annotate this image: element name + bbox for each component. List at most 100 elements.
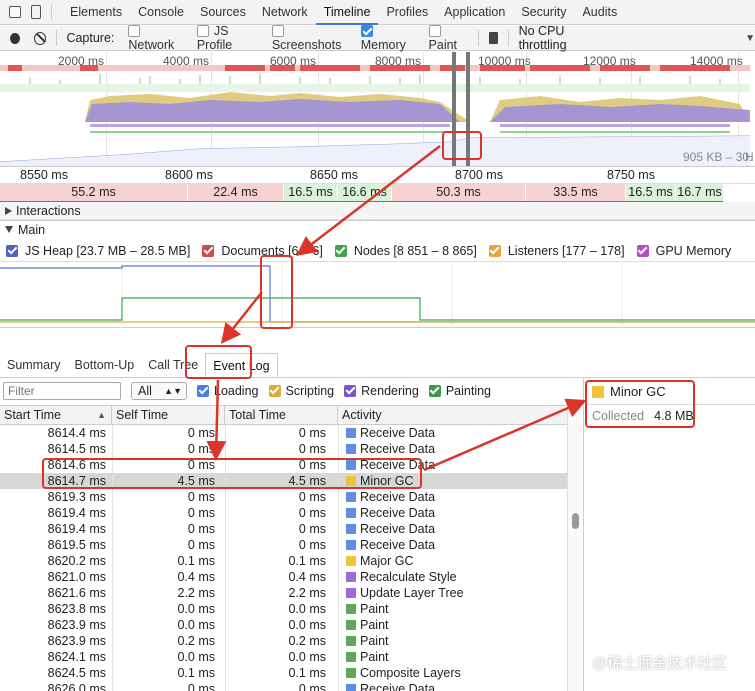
capture-network[interactable]: Network	[128, 24, 182, 52]
capture-paint[interactable]: Paint	[428, 24, 468, 52]
frame[interactable]: 16.7 ms	[676, 184, 723, 201]
tab-sources[interactable]: Sources	[192, 0, 254, 25]
devtools-tabbar: Elements Console Sources Network Timeline Pro…	[0, 0, 755, 25]
table-row[interactable]: 8614.5 ms 0 ms 0 ms Receive Data	[0, 441, 567, 457]
divider	[51, 4, 52, 20]
cpu-throttling-select[interactable]: No CPU throttling	[519, 24, 606, 52]
checkbox[interactable]	[202, 244, 215, 257]
checkbox[interactable]	[488, 244, 501, 257]
tab-application[interactable]: Application	[436, 0, 513, 25]
ruler-tick: 8700 ms	[455, 168, 503, 182]
checkbox[interactable]	[6, 244, 18, 257]
checkbox[interactable]	[636, 244, 649, 257]
duration-value: All	[138, 384, 152, 398]
record-button[interactable]	[10, 32, 20, 44]
filter-painting[interactable]: Painting	[428, 384, 491, 398]
capture-memory[interactable]: Memory	[360, 24, 415, 52]
frame[interactable]: 55.2 ms	[0, 184, 187, 201]
frame[interactable]: 16.5 ms	[626, 184, 675, 201]
table-row[interactable]: 8619.4 ms 0 ms 0 ms Receive Data	[0, 505, 567, 521]
checkbox[interactable]	[268, 385, 281, 397]
tab-audits[interactable]: Audits	[574, 0, 625, 25]
table-row[interactable]: 8619.4 ms 0 ms 0 ms Receive Data	[0, 521, 567, 537]
duration-select[interactable]: All ▲▼	[131, 382, 187, 400]
counter-4[interactable]: GPU Memory	[636, 244, 731, 258]
activity-swatch	[346, 636, 356, 646]
col-activity[interactable]: Activity	[338, 406, 567, 425]
table-row[interactable]: 8623.8 ms 0.0 ms 0.0 ms Paint	[0, 601, 567, 617]
table-row[interactable]: 8621.0 ms 0.4 ms 0.4 ms Recalculate Style	[0, 569, 567, 585]
checkbox[interactable]	[271, 25, 284, 37]
tab-bottom-up[interactable]: Bottom-Up	[67, 353, 141, 377]
filter-rendering[interactable]: Rendering	[344, 384, 419, 398]
checkbox[interactable]	[334, 244, 347, 257]
trash-icon[interactable]	[488, 32, 498, 44]
frame[interactable]: 16.5 ms	[284, 184, 337, 201]
table-row[interactable]: 8614.4 ms 0 ms 0 ms Receive Data	[0, 425, 567, 441]
capture-js-profile[interactable]: JS Profile	[196, 24, 258, 52]
main-track-header[interactable]: Main	[0, 221, 755, 239]
table-row[interactable]: 8619.5 ms 0 ms 0 ms Receive Data	[0, 537, 567, 553]
col-self-time[interactable]: Self Time	[112, 406, 225, 425]
checkbox[interactable]	[344, 385, 357, 397]
clear-button[interactable]	[33, 31, 46, 45]
activity-label: Update Layer Tree	[360, 586, 464, 600]
frame[interactable]: 22.4 ms	[188, 184, 283, 201]
checkbox[interactable]	[196, 25, 209, 37]
dropdown-arrow-icon[interactable]: ▼	[745, 33, 755, 44]
activity-label: Receive Data	[360, 426, 436, 440]
tab-security[interactable]: Security	[513, 0, 574, 25]
checkbox[interactable]	[360, 25, 373, 37]
checkbox[interactable]	[428, 25, 441, 37]
timeline-overview[interactable]: 2000 ms 4000 ms 6000 ms 8000 ms 10000 ms 1200…	[0, 52, 755, 167]
timeline-toolbar: Capture: Network JS Profile Screenshots Mem…	[0, 24, 755, 52]
table-row[interactable]: 8619.3 ms 0 ms 0 ms Receive Data	[0, 489, 567, 505]
sort-asc-icon: ▲	[97, 410, 106, 420]
cell-start-time: 8623.9 ms	[47, 634, 106, 648]
tab-timeline[interactable]: Timeline	[315, 0, 379, 25]
cell-activity: Receive Data	[346, 505, 435, 521]
cell-self-time: 0 ms	[187, 522, 215, 536]
device-mode-icon[interactable]	[31, 5, 41, 19]
tab-network[interactable]: Network	[254, 0, 316, 25]
frame[interactable]: 16.6 ms	[338, 184, 391, 201]
table-row[interactable]: 8623.9 ms 0.2 ms 0.2 ms Paint	[0, 633, 567, 649]
table-row[interactable]: 8624.1 ms 0.0 ms 0.0 ms Paint	[0, 649, 567, 665]
filter-label: Rendering	[361, 384, 419, 398]
cell-total-time: 0 ms	[298, 490, 326, 504]
heap-range-label: 905 KB – 30.	[683, 150, 753, 164]
cell-start-time: 8619.4 ms	[47, 522, 106, 536]
table-row[interactable]: 8624.5 ms 0.1 ms 0.1 ms Composite Layers	[0, 665, 567, 681]
panel-tabs: Elements Console Sources Network Timeline Pro…	[62, 0, 625, 25]
table-row[interactable]: 8621.6 ms 2.2 ms 2.2 ms Update Layer Tree	[0, 585, 567, 601]
filter-input[interactable]	[3, 382, 121, 400]
filter-scripting[interactable]: Scripting	[268, 384, 334, 398]
tab-profiles[interactable]: Profiles	[378, 0, 436, 25]
checkbox[interactable]	[428, 385, 441, 397]
col-start-time[interactable]: Start Time ▲	[0, 406, 112, 425]
filter-loading[interactable]: Loading	[197, 384, 259, 398]
checkbox[interactable]	[128, 25, 141, 37]
interactions-track-header[interactable]: Interactions	[0, 202, 755, 220]
counter-3[interactable]: Listeners [177 – 178]	[488, 244, 625, 258]
inspect-element-icon[interactable]	[9, 6, 21, 18]
table-row[interactable]: 8623.9 ms 0.0 ms 0.0 ms Paint	[0, 617, 567, 633]
tab-elements[interactable]: Elements	[62, 0, 130, 25]
tab-summary[interactable]: Summary	[0, 353, 67, 377]
cell-start-time: 8620.2 ms	[47, 554, 106, 568]
checkbox[interactable]	[197, 385, 209, 397]
frame[interactable]: 50.3 ms	[392, 184, 525, 201]
cell-start-time: 8624.5 ms	[47, 666, 106, 680]
counter-2[interactable]: Nodes [8 851 – 8 865]	[334, 244, 477, 258]
capture-screenshots[interactable]: Screenshots	[271, 24, 347, 52]
table-row[interactable]: 8620.2 ms 0.1 ms 0.1 ms Major GC	[0, 553, 567, 569]
event-log-scrollbar[interactable]	[567, 405, 582, 691]
tab-console[interactable]: Console	[130, 0, 192, 25]
counter-0[interactable]: JS Heap [23.7 MB – 28.5 MB]	[6, 244, 190, 258]
cell-start-time: 8623.8 ms	[47, 602, 106, 616]
scrollbar-thumb[interactable]	[572, 513, 579, 529]
cell-self-time: 0.1 ms	[177, 666, 215, 680]
frame[interactable]: 33.5 ms	[526, 184, 625, 201]
table-row[interactable]: 8626.0 ms 0 ms 0 ms Receive Data	[0, 681, 567, 691]
col-total-time[interactable]: Total Time	[225, 406, 338, 425]
